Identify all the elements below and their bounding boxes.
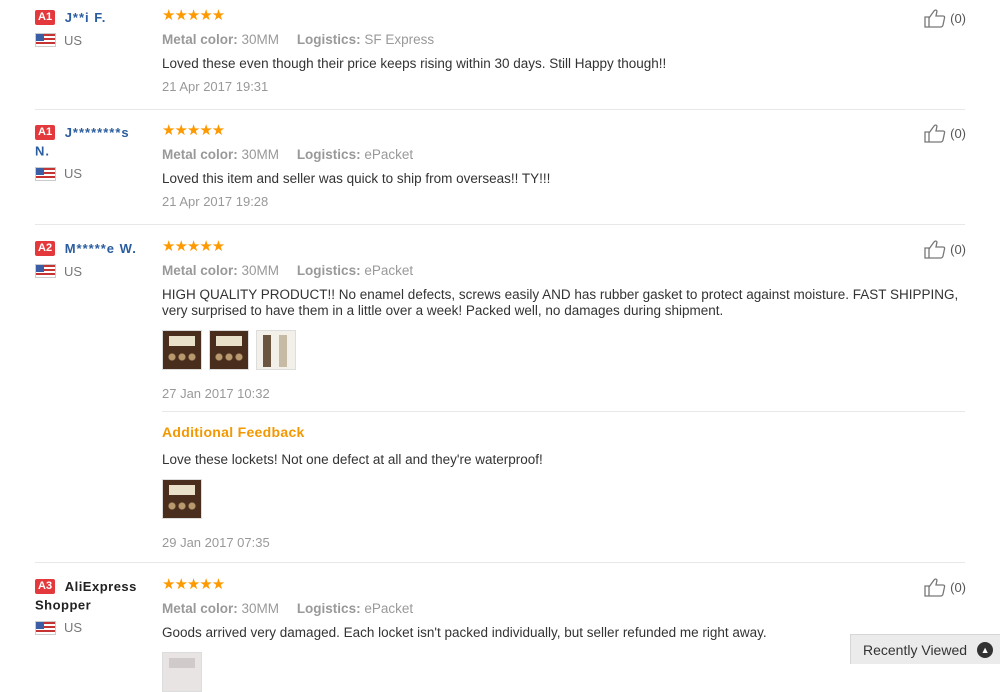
metal-color-label: Metal color: <box>162 263 238 278</box>
logistics-value: SF Express <box>364 32 435 47</box>
order-attributes: Metal color: 30MM Logistics: SF Express <box>162 32 842 47</box>
helpful-count: (0) <box>950 241 966 257</box>
country-code: US <box>64 620 83 636</box>
level-badge: A1 <box>35 125 56 141</box>
helpful-button[interactable]: (0) <box>924 577 966 597</box>
review-text: Loved this item and seller was quick to … <box>162 171 551 186</box>
country-code: US <box>64 263 83 279</box>
reviewer-country: US <box>35 264 160 279</box>
logistics-label: Logistics: <box>296 601 361 616</box>
reviewer-country: US <box>35 33 160 48</box>
review-photos <box>162 330 965 370</box>
additional-photos <box>162 479 965 519</box>
reviewer-info: A1 J**i F. US <box>35 8 160 48</box>
order-attributes: Metal color: 30MM Logistics: ePacket <box>162 263 965 278</box>
reviewer-info: A3 AliExpress Shopper US <box>35 577 160 635</box>
reviewer-name-line2: Shopper <box>35 597 92 613</box>
logistics-value: ePacket <box>364 601 414 616</box>
star-rating: ★★★★★ <box>162 576 225 593</box>
review-item: A2 M*****e W. US ★★★★★ Metal color: 30MM… <box>35 239 966 563</box>
logistics-label: Logistics: <box>296 263 361 278</box>
order-attributes: Metal color: 30MM Logistics: ePacket <box>162 601 842 616</box>
metal-color-value: 30MM <box>241 147 280 162</box>
review-date: 21 Apr 2017 19:31 <box>162 79 269 94</box>
thumbs-up-icon <box>924 124 946 143</box>
divider <box>162 411 965 412</box>
recently-viewed-tab[interactable]: Recently Viewed ▲ <box>850 634 1000 664</box>
review-text: Loved these even though their price keep… <box>162 56 667 71</box>
metal-color-label: Metal color: <box>162 601 238 616</box>
order-attributes: Metal color: 30MM Logistics: ePacket <box>162 147 842 162</box>
recently-viewed-label: Recently Viewed <box>863 641 968 658</box>
metal-color-label: Metal color: <box>162 147 238 162</box>
logistics-label: Logistics: <box>296 147 361 162</box>
us-flag-icon <box>35 264 56 279</box>
metal-color-value: 30MM <box>241 601 280 616</box>
thumbs-up-icon <box>924 9 946 28</box>
us-flag-icon <box>35 33 56 48</box>
logistics-value: ePacket <box>364 263 414 278</box>
review-item: A3 AliExpress Shopper US ★★★★★ Metal col… <box>35 577 966 692</box>
country-code: US <box>64 32 83 48</box>
chevron-up-icon: ▲ <box>977 641 994 658</box>
country-code: US <box>64 166 83 182</box>
us-flag-icon <box>35 166 56 181</box>
reviewer-name-line2[interactable]: N. <box>35 143 50 158</box>
metal-color-value: 30MM <box>241 263 280 278</box>
star-rating: ★★★★★ <box>162 122 225 139</box>
helpful-button[interactable]: (0) <box>924 239 966 259</box>
helpful-button[interactable]: (0) <box>924 123 966 143</box>
thumbs-up-icon <box>924 240 946 259</box>
us-flag-icon <box>35 620 56 635</box>
reviewer-name: AliExpress <box>64 578 137 594</box>
review-photos <box>162 652 842 692</box>
helpful-count: (0) <box>950 579 966 595</box>
reviewer-info: A2 M*****e W. US <box>35 239 160 279</box>
additional-feedback-text: Love these lockets! Not one defect at al… <box>162 452 543 467</box>
review-body: ★★★★★ Metal color: 30MM Logistics: ePack… <box>162 122 842 210</box>
review-photo-thumbnail[interactable] <box>162 330 202 370</box>
reviewer-name[interactable]: M*****e W. <box>65 241 137 256</box>
level-badge: A3 <box>35 579 56 595</box>
star-rating: ★★★★★ <box>162 7 225 24</box>
logistics-value: ePacket <box>364 147 414 162</box>
metal-color-label: Metal color: <box>162 32 238 47</box>
helpful-button[interactable]: (0) <box>924 8 966 28</box>
review-body: ★★★★★ Metal color: 30MM Logistics: ePack… <box>162 239 965 550</box>
review-text: Goods arrived very damaged. Each locket … <box>162 625 767 640</box>
review-item: A1 J********s N. US ★★★★★ Metal color: 3… <box>35 122 966 225</box>
review-photo-thumbnail[interactable] <box>162 479 202 519</box>
reviewer-country: US <box>35 620 160 635</box>
review-text: HIGH QUALITY PRODUCT!! No enamel defects… <box>162 287 959 318</box>
reviewer-name[interactable]: J**i F. <box>65 10 107 25</box>
star-rating: ★★★★★ <box>162 238 225 255</box>
metal-color-value: 30MM <box>241 32 280 47</box>
review-photo-thumbnail[interactable] <box>209 330 249 370</box>
review-body: ★★★★★ Metal color: 30MM Logistics: ePack… <box>162 577 842 692</box>
review-date: 27 Jan 2017 10:32 <box>162 386 270 401</box>
reviewer-country: US <box>35 166 160 181</box>
helpful-count: (0) <box>950 10 966 26</box>
review-body: ★★★★★ Metal color: 30MM Logistics: SF Ex… <box>162 7 842 95</box>
additional-feedback-title: Additional Feedback <box>162 424 305 440</box>
review-item: A1 J**i F. US ★★★★★ Metal color: 30MM Lo… <box>35 7 966 110</box>
review-photo-thumbnail[interactable] <box>162 652 202 692</box>
logistics-label: Logistics: <box>296 32 361 47</box>
level-badge: A1 <box>35 10 56 26</box>
additional-feedback-date: 29 Jan 2017 07:35 <box>162 535 270 550</box>
thumbs-up-icon <box>924 578 946 597</box>
reviewer-info: A1 J********s N. US <box>35 123 160 181</box>
review-date: 21 Apr 2017 19:28 <box>162 194 269 209</box>
reviewer-name[interactable]: J********s <box>65 125 130 140</box>
level-badge: A2 <box>35 241 56 257</box>
review-photo-thumbnail[interactable] <box>256 330 296 370</box>
helpful-count: (0) <box>950 125 966 141</box>
